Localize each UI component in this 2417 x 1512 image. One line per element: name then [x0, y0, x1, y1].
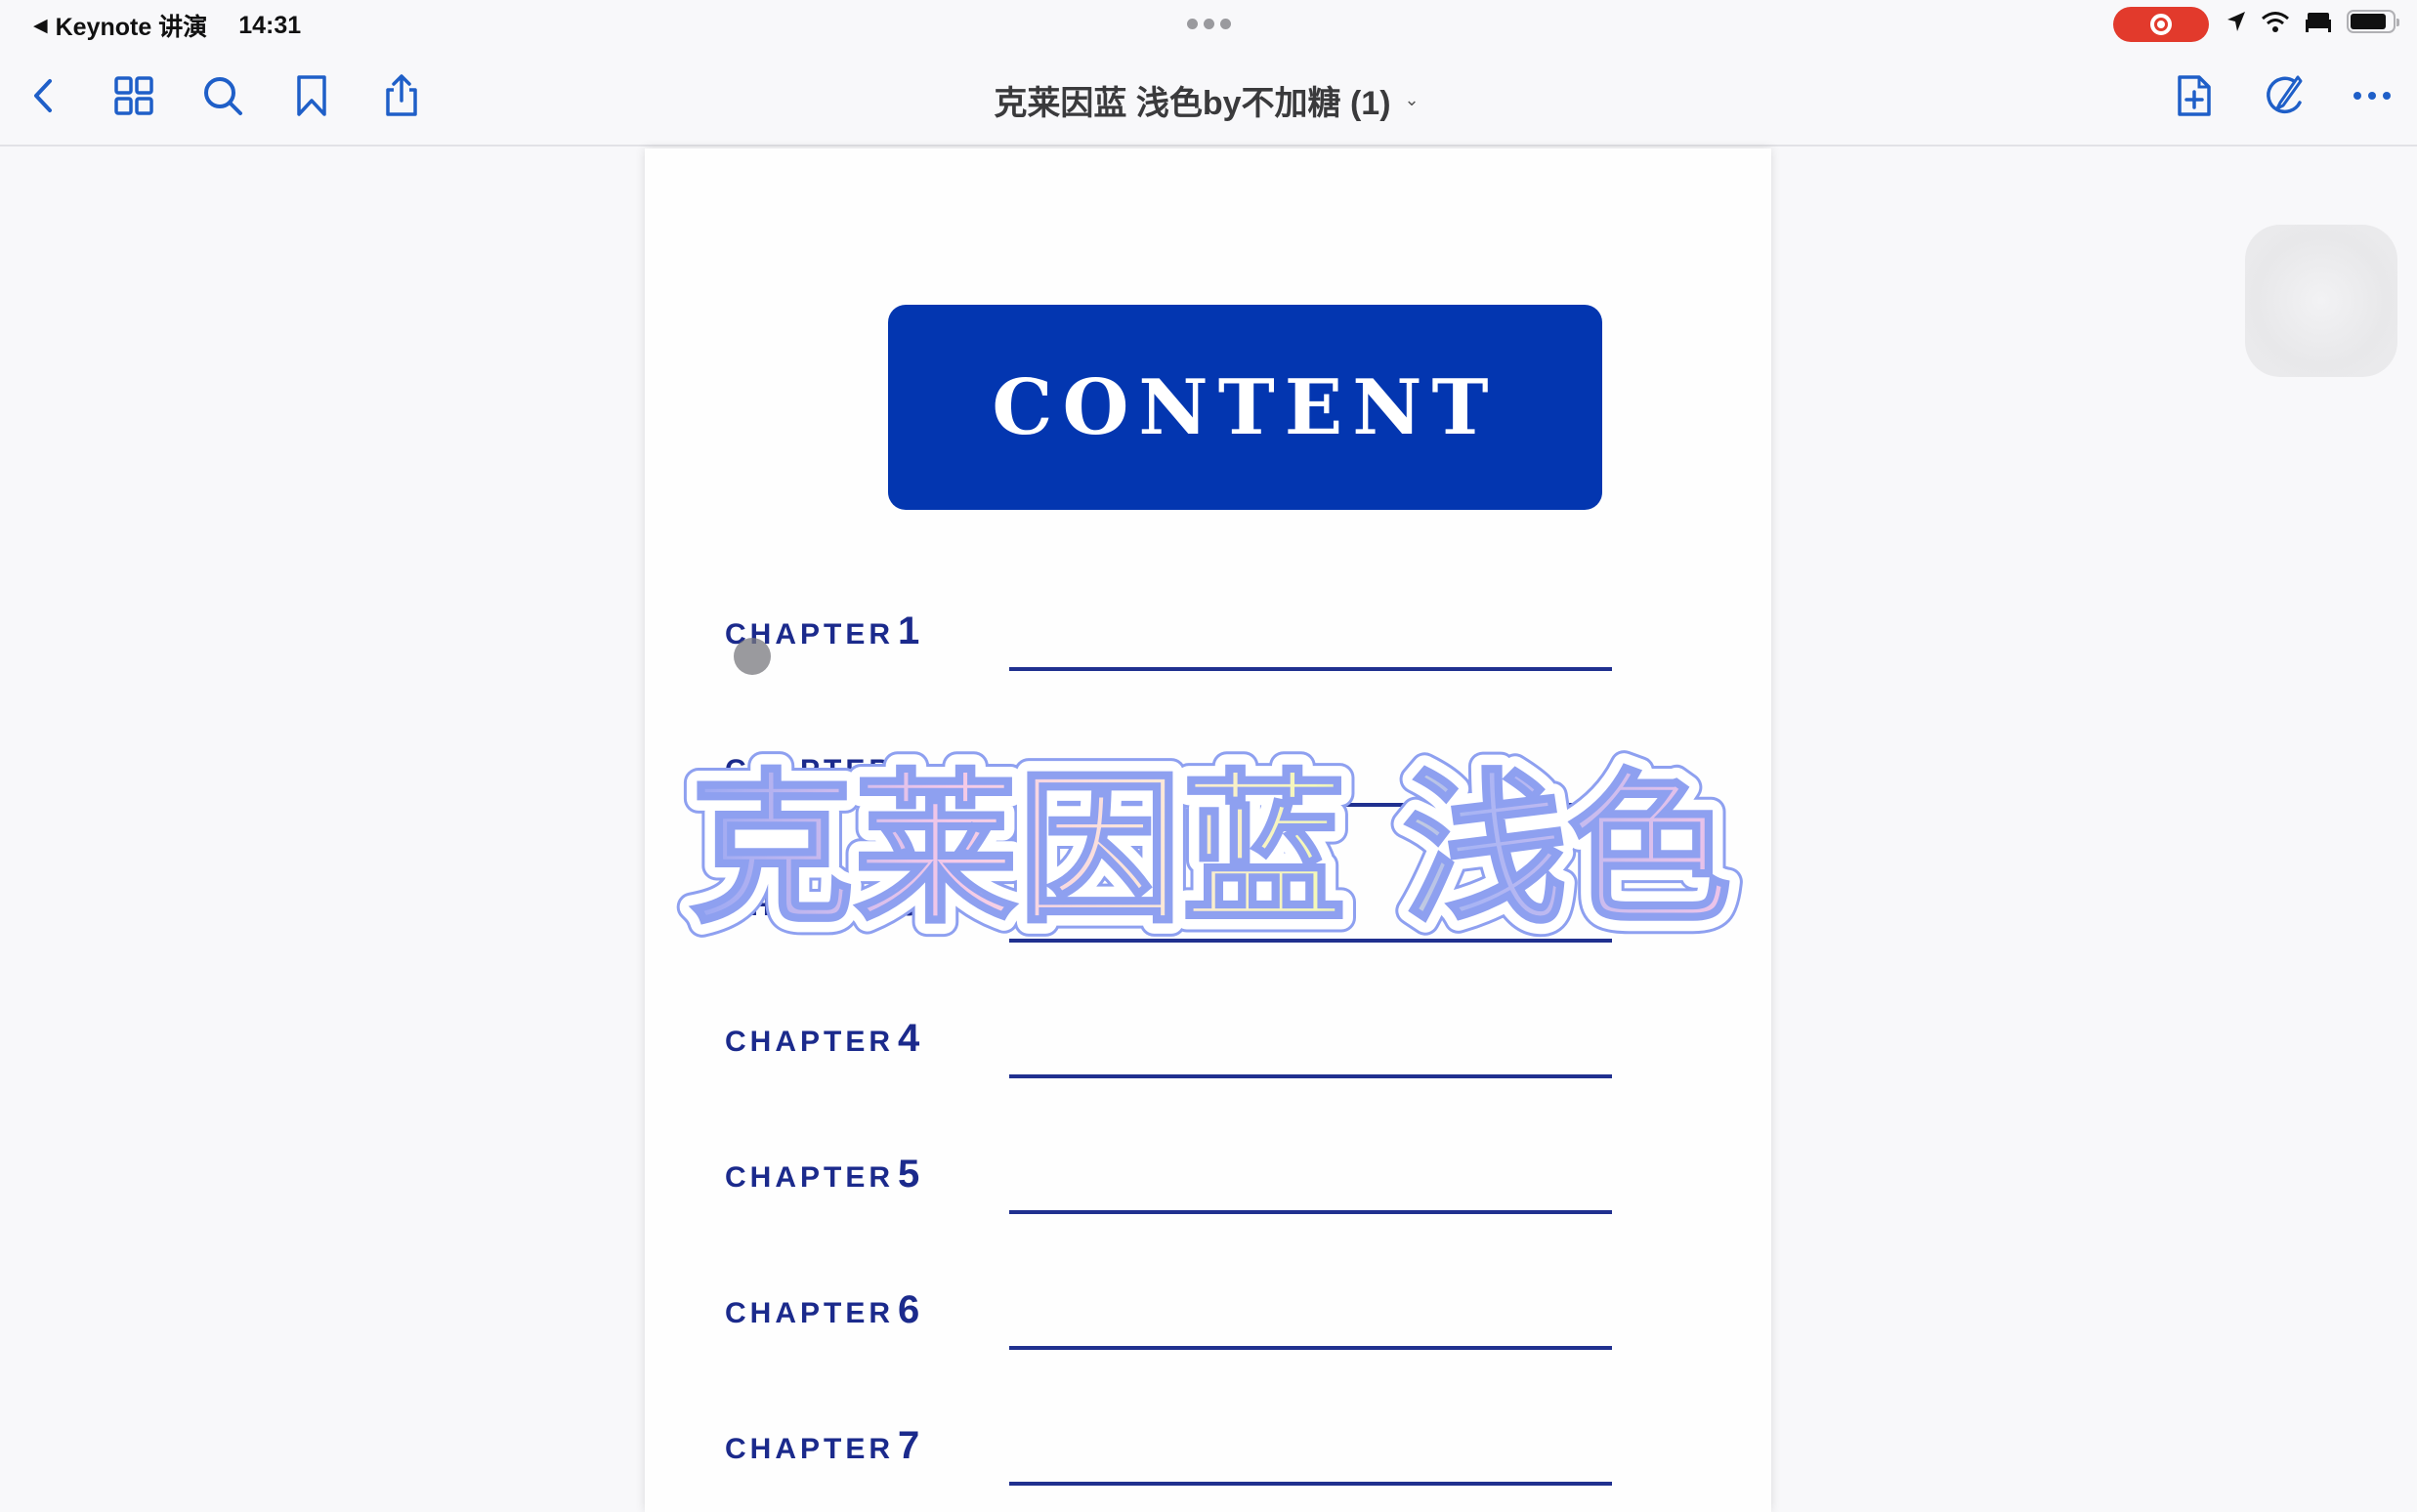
search-button[interactable]: [197, 70, 248, 121]
wifi-icon: [2262, 12, 2289, 32]
chapter-underline: [1009, 667, 1612, 671]
chapter-label: CHAPTER 2: [725, 745, 919, 789]
share-button[interactable]: [376, 70, 427, 121]
chapter-underline: [1009, 1346, 1612, 1350]
content-heading-box[interactable]: CONTENT: [888, 305, 1602, 510]
back-to-app[interactable]: ◀ Keynote 讲演 14:31: [33, 8, 301, 43]
chapter-row[interactable]: CHAPTER 2: [725, 745, 1612, 807]
status-icons: [2226, 10, 2399, 33]
chapter-underline: [1009, 939, 1612, 943]
multitasking-dots[interactable]: [1187, 19, 1231, 29]
chapter-number: 3: [898, 881, 920, 924]
chapter-number: 7: [898, 1424, 920, 1467]
location-icon: [2227, 12, 2245, 31]
chevron-down-icon: ⌄: [1404, 90, 1420, 109]
slide-page[interactable]: CONTENT CHAPTER 1 CHAPTER 2 CHAPTER 3 CHAPTER 4…: [645, 148, 1771, 1512]
back-app-label: Keynote 讲演: [55, 14, 208, 41]
chapter-row[interactable]: CHAPTER 7: [725, 1424, 1612, 1486]
chapter-number: 5: [898, 1153, 920, 1196]
chapter-number: 2: [898, 745, 920, 788]
chapter-row[interactable]: CHAPTER 3: [725, 881, 1612, 943]
chapter-row[interactable]: CHAPTER 1: [725, 609, 1612, 671]
chapter-underline: [1009, 1074, 1612, 1078]
chapter-word: CHAPTER: [725, 890, 895, 922]
markup-icon: [2267, 75, 2303, 113]
chapter-number: 1: [898, 609, 920, 652]
chapter-word: CHAPTER: [725, 1026, 895, 1058]
back-triangle-icon: ◀: [33, 15, 48, 36]
content-heading: CONTENT: [992, 362, 1499, 452]
document-title-text: 克莱因蓝 浅色by不加糖 (1): [994, 85, 1391, 122]
chapter-label: CHAPTER 4: [725, 1017, 919, 1061]
toolbar: 克莱因蓝 浅色by不加糖 (1) ⌄: [0, 47, 2417, 147]
assistive-touch-button[interactable]: [2245, 225, 2397, 377]
chapter-underline: [1009, 1482, 1612, 1486]
chapter-underline: [1009, 1210, 1612, 1214]
touch-indicator: [734, 638, 771, 675]
sleep-focus-icon: [2306, 13, 2331, 32]
share-icon: [386, 74, 417, 116]
back-icon: [34, 79, 52, 112]
chapter-label: CHAPTER 6: [725, 1288, 919, 1332]
chapter-word: CHAPTER: [725, 1297, 895, 1329]
chapter-row[interactable]: CHAPTER 4: [725, 1017, 1612, 1078]
slides-grid-button[interactable]: [108, 70, 159, 121]
chapter-word: CHAPTER: [725, 754, 895, 786]
chapter-number: 6: [898, 1288, 920, 1331]
chapter-row[interactable]: CHAPTER 5: [725, 1153, 1612, 1214]
more-icon: [2353, 92, 2391, 100]
grid-icon: [114, 76, 153, 115]
add-page-icon: [2178, 75, 2211, 116]
chapter-underline: [1009, 803, 1612, 807]
chapter-word: CHAPTER: [725, 1433, 895, 1465]
markup-button[interactable]: [2258, 70, 2309, 121]
chapter-word: CHAPTER: [725, 1161, 895, 1194]
back-button[interactable]: [20, 70, 70, 121]
bookmark-icon: [297, 75, 326, 116]
more-button[interactable]: [2347, 70, 2397, 121]
record-icon: [2150, 14, 2172, 35]
bookmark-button[interactable]: [286, 70, 337, 121]
chapter-row[interactable]: CHAPTER 6: [725, 1288, 1612, 1350]
chapter-label: CHAPTER 3: [725, 881, 919, 925]
status-bar: ◀ Keynote 讲演 14:31: [0, 0, 2417, 47]
chapter-label: CHAPTER 5: [725, 1153, 919, 1197]
battery-icon: [2347, 10, 2399, 33]
chapter-number: 4: [898, 1017, 920, 1060]
screen-recording-indicator[interactable]: [2113, 7, 2209, 42]
add-slide-button[interactable]: [2169, 70, 2220, 121]
chapter-label: CHAPTER 7: [725, 1424, 919, 1468]
document-title[interactable]: 克莱因蓝 浅色by不加糖 (1) ⌄: [967, 76, 1446, 124]
status-time: 14:31: [238, 11, 302, 39]
search-icon: [204, 77, 242, 115]
